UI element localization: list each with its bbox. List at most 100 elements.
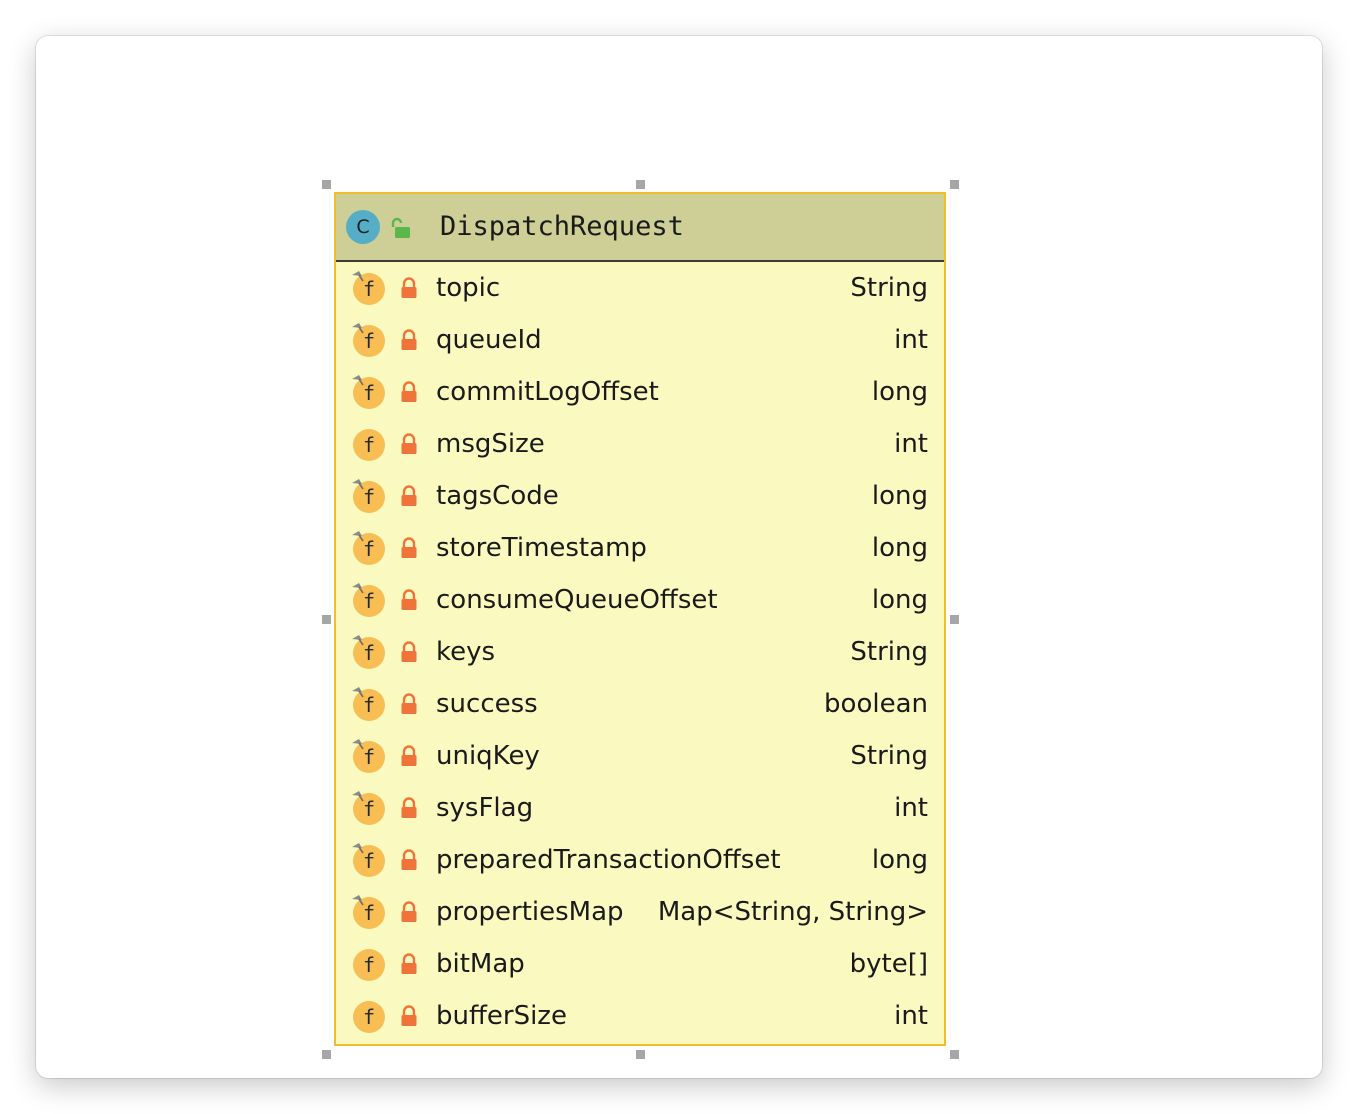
lock-icon xyxy=(401,537,417,558)
field-name: keys xyxy=(436,637,496,667)
lock-icon xyxy=(401,589,417,610)
unlocked-icon xyxy=(391,217,410,238)
resize-handle-right[interactable] xyxy=(950,615,959,624)
field-name: tagsCode xyxy=(436,481,559,511)
field-kind-letter: f xyxy=(363,329,375,353)
field-type: boolean xyxy=(824,689,928,719)
class-name: DispatchRequest xyxy=(440,211,684,242)
field-kind-letter: f xyxy=(363,485,375,509)
field-kind-letter: f xyxy=(363,537,375,561)
field-kind-letter: f xyxy=(363,589,375,613)
field-type: int xyxy=(894,793,928,823)
resize-handle-left[interactable] xyxy=(322,615,331,624)
class-header: C DispatchRequest xyxy=(336,194,944,262)
resize-handle-bottom-right[interactable] xyxy=(950,1050,959,1059)
resize-handle-top-right[interactable] xyxy=(950,180,959,189)
field-type: int xyxy=(894,1001,928,1031)
field-row[interactable]: f bufferSize int xyxy=(336,990,944,1042)
field-name: bitMap xyxy=(436,949,525,979)
field-type: Map<String, String> xyxy=(657,897,928,927)
lock-icon xyxy=(401,849,417,870)
field-name: queueId xyxy=(436,325,542,355)
field-icon: f xyxy=(352,583,385,617)
field-icon: f xyxy=(353,429,385,461)
field-row[interactable]: f consumeQueueOffset long xyxy=(336,574,944,626)
field-type: byte[] xyxy=(849,949,928,979)
lock-icon xyxy=(401,485,417,506)
lock-icon xyxy=(401,329,417,350)
field-type: String xyxy=(850,741,928,771)
field-kind-letter: f xyxy=(363,1005,375,1029)
field-row[interactable]: f sysFlag int xyxy=(336,782,944,834)
field-icon: f xyxy=(352,375,385,409)
field-row[interactable]: f success boolean xyxy=(336,678,944,730)
field-row[interactable]: f topic String xyxy=(336,262,944,314)
lock-icon xyxy=(401,433,417,454)
field-type: long xyxy=(871,377,928,407)
class-node[interactable]: C DispatchRequest f topic String f queueId in… xyxy=(334,192,946,1046)
lock-icon xyxy=(401,1005,417,1026)
field-kind-letter: f xyxy=(363,901,375,925)
field-name: commitLogOffset xyxy=(436,377,659,407)
class-icon: C xyxy=(346,210,380,244)
field-row[interactable]: f uniqKey String xyxy=(336,730,944,782)
field-kind-letter: f xyxy=(363,849,375,873)
field-name: topic xyxy=(436,273,501,303)
field-icon: f xyxy=(353,949,385,981)
field-type: int xyxy=(894,325,928,355)
field-row[interactable]: f storeTimestamp long xyxy=(336,522,944,574)
field-row[interactable]: f propertiesMap Map<String, String> xyxy=(336,886,944,938)
field-type: long xyxy=(871,481,928,511)
field-row[interactable]: f keys String xyxy=(336,626,944,678)
field-kind-letter: f xyxy=(363,797,375,821)
field-icon: f xyxy=(352,739,385,773)
field-kind-letter: f xyxy=(363,641,375,665)
field-icon: f xyxy=(352,635,385,669)
field-row[interactable]: f tagsCode long xyxy=(336,470,944,522)
field-row[interactable]: f preparedTransactionOffset long xyxy=(336,834,944,886)
field-icon: f xyxy=(352,271,385,305)
field-row[interactable]: f msgSize int xyxy=(336,418,944,470)
field-icon: f xyxy=(352,479,385,513)
field-type: String xyxy=(850,273,928,303)
field-row[interactable]: f bitMap byte[] xyxy=(336,938,944,990)
lock-icon xyxy=(401,901,417,922)
field-name: uniqKey xyxy=(436,741,540,771)
lock-icon xyxy=(401,953,417,974)
field-kind-letter: f xyxy=(363,693,375,717)
field-icon: f xyxy=(352,791,385,825)
field-type: int xyxy=(894,429,928,459)
field-type: String xyxy=(850,637,928,667)
field-name: msgSize xyxy=(436,429,545,459)
field-name: sysFlag xyxy=(436,793,534,823)
field-kind-letter: f xyxy=(363,953,375,977)
field-name: success xyxy=(436,689,538,719)
field-icon: f xyxy=(352,687,385,721)
field-icon: f xyxy=(352,323,385,357)
field-icon: f xyxy=(352,843,385,877)
class-kind-letter: C xyxy=(356,216,370,238)
field-type: long xyxy=(871,585,928,615)
lock-icon xyxy=(401,745,417,766)
field-row[interactable]: f queueId int xyxy=(336,314,944,366)
field-row[interactable]: f commitLogOffset long xyxy=(336,366,944,418)
resize-handle-top[interactable] xyxy=(636,180,645,189)
field-kind-letter: f xyxy=(363,745,375,769)
field-kind-letter: f xyxy=(363,381,375,405)
resize-handle-bottom-left[interactable] xyxy=(322,1050,331,1059)
lock-icon xyxy=(401,797,417,818)
field-name: consumeQueueOffset xyxy=(436,585,718,615)
lock-icon xyxy=(401,381,417,402)
lock-icon xyxy=(401,277,417,298)
field-name: bufferSize xyxy=(436,1001,567,1031)
field-type: long xyxy=(871,845,928,875)
field-name: propertiesMap xyxy=(436,897,624,927)
field-icon: f xyxy=(353,1001,385,1033)
resize-handle-top-left[interactable] xyxy=(322,180,331,189)
field-name: storeTimestamp xyxy=(436,533,647,563)
field-list: f topic String f queueId int f commitLogOffset l… xyxy=(336,262,944,1042)
lock-icon xyxy=(401,693,417,714)
resize-handle-bottom[interactable] xyxy=(636,1050,645,1059)
field-kind-letter: f xyxy=(363,277,375,301)
field-icon: f xyxy=(352,531,385,565)
